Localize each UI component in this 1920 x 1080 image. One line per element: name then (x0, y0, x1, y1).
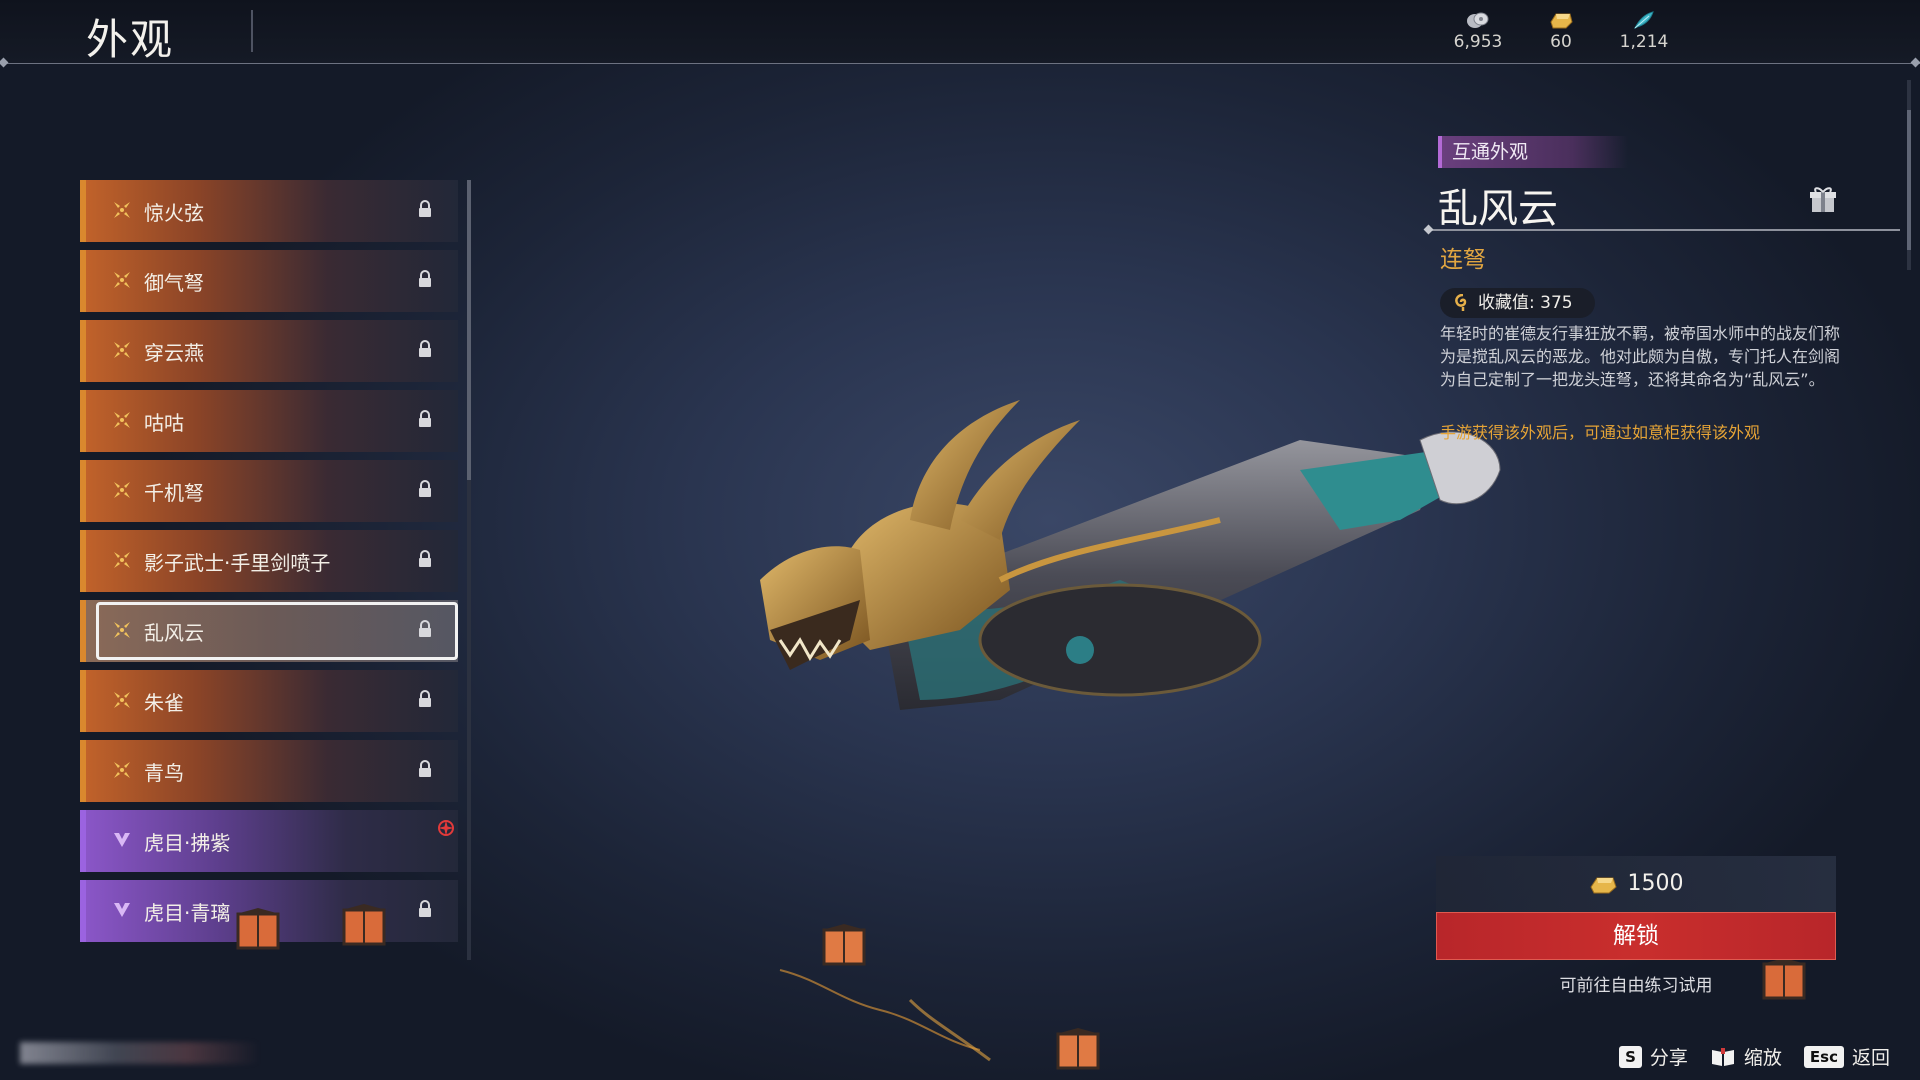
item-description: 年轻时的崔德友行事狂放不羁，被帝国水师中的战友们称为是搅乱风云的恶龙。他对此颇为… (1440, 324, 1841, 389)
list-item-label: 御气弩 (144, 271, 204, 295)
lock-icon (419, 760, 431, 777)
price-box: 1500 (1436, 856, 1836, 912)
lock-icon (419, 480, 431, 497)
unlock-button[interactable]: 解锁 (1436, 912, 1836, 960)
list-item[interactable]: 穿云燕 (80, 320, 458, 382)
scroll-handle-decoration (1907, 80, 1911, 270)
share-hint[interactable]: S 分享 (1619, 1043, 1688, 1070)
list-item[interactable]: 青鸟 (80, 740, 458, 802)
list-item-label: 虎目·拂紫 (144, 831, 231, 855)
list-item[interactable]: 虎目·拂紫 (80, 810, 458, 872)
list-item-label: 惊火弦 (144, 201, 204, 225)
lock-icon (419, 620, 431, 637)
list-scrollbar-thumb[interactable] (467, 180, 471, 480)
key-esc: Esc (1803, 1045, 1844, 1068)
gold-ingot-icon (1590, 877, 1618, 894)
appearance-list: 惊火弦 御气弩 穿云燕 咕咕 千机弩 影子武士·手里剑喷子 乱风云 朱雀 青鸟 … (80, 180, 460, 960)
lock-icon (419, 690, 431, 707)
list-item[interactable]: 御气弩 (80, 250, 458, 312)
gold-quality-icon (114, 272, 130, 288)
blurred-player-info (20, 1042, 260, 1064)
page-title: 外观 (86, 15, 175, 64)
dragon-crossbow-model[interactable] (700, 400, 1580, 740)
weapon-type: 连弩 (1440, 247, 1486, 273)
gold-ingot-icon (1550, 13, 1573, 29)
collection-value-label: 收藏值: 375 (1478, 293, 1573, 313)
price-value: 1500 (1627, 871, 1684, 896)
list-item-label: 穿云燕 (144, 341, 204, 365)
list-item-selected[interactable]: 乱风云 (80, 600, 458, 662)
gold-quality-icon (114, 342, 130, 358)
gold-quality-icon (114, 202, 130, 218)
coins-icon (1467, 12, 1489, 28)
water-reflection (779, 969, 991, 1062)
list-item-label: 虎目·青璃 (144, 901, 231, 925)
list-item-label: 乱风云 (144, 621, 204, 645)
book-icon (1711, 1047, 1734, 1066)
item-name: 乱风云 (1438, 186, 1558, 232)
list-item[interactable]: 千机弩 (80, 460, 458, 522)
acquisition-note: 手游获得该外观后，可通过如意柜获得该外观 (1440, 423, 1761, 442)
purple-quality-icon (114, 833, 130, 847)
lantern-icon (342, 904, 386, 946)
gold-quality-icon (114, 482, 130, 498)
list-item[interactable]: 咕咕 (80, 390, 458, 452)
list-item-label: 影子武士·手里剑喷子 (144, 551, 331, 575)
lock-icon (419, 200, 431, 217)
back-label: 返回 (1851, 1047, 1890, 1069)
trial-link[interactable]: 可前往自由练习试用 (1436, 971, 1836, 996)
divider-diamond-icon (0, 57, 9, 68)
lock-icon (419, 270, 431, 287)
purple-quality-icon (114, 903, 130, 917)
gold-quality-icon (114, 692, 130, 708)
title-divider (1423, 224, 1900, 235)
key-s: S (1619, 1045, 1642, 1068)
currency-ingot: 60 (1526, 10, 1596, 52)
gold-quality-icon (114, 762, 130, 778)
list-item-label: 朱雀 (144, 691, 184, 715)
currency-feather: 1,214 (1609, 10, 1679, 52)
zoom-label: 缩放 (1743, 1047, 1782, 1069)
list-item-label: 青鸟 (144, 761, 184, 785)
gold-quality-icon (114, 622, 130, 638)
gold-quality-icon (114, 412, 130, 428)
gold-quality-icon (114, 552, 130, 568)
new-badge-icon (438, 820, 454, 836)
top-bar: 外观 6,953 60 1,214 (0, 0, 1920, 68)
divider-diamond-icon (1910, 57, 1920, 68)
lock-icon (419, 340, 431, 357)
feather-icon (1633, 11, 1654, 30)
lantern-icon (236, 908, 280, 950)
list-item-label: 咕咕 (144, 411, 184, 435)
back-hint[interactable]: Esc 返回 (1803, 1043, 1890, 1070)
lock-icon (419, 550, 431, 567)
zoom-hint[interactable]: 缩放 (1710, 1043, 1782, 1070)
title-divider (251, 10, 253, 52)
currency-coins: 6,953 (1443, 10, 1513, 52)
collection-value-badge: 收藏值: 375 (1440, 288, 1595, 318)
collection-icon (1455, 294, 1467, 311)
gift-icon[interactable] (1810, 186, 1836, 214)
list-item-label: 千机弩 (144, 481, 204, 505)
lock-icon (419, 410, 431, 427)
crossplay-tag: 互通外观 (1438, 136, 1628, 168)
coins-value: 6,953 (1453, 32, 1503, 52)
ingot-value: 60 (1550, 32, 1572, 52)
list-item[interactable]: 惊火弦 (80, 180, 458, 242)
list-item[interactable]: 影子武士·手里剑喷子 (80, 530, 458, 592)
key-hints: S 分享 缩放 Esc 返回 (1619, 1043, 1890, 1070)
divider-diamond-icon (1423, 224, 1434, 235)
lock-icon (419, 900, 431, 917)
list-item[interactable]: 朱雀 (80, 670, 458, 732)
feather-value: 1,214 (1619, 32, 1669, 52)
share-label: 分享 (1649, 1047, 1688, 1069)
